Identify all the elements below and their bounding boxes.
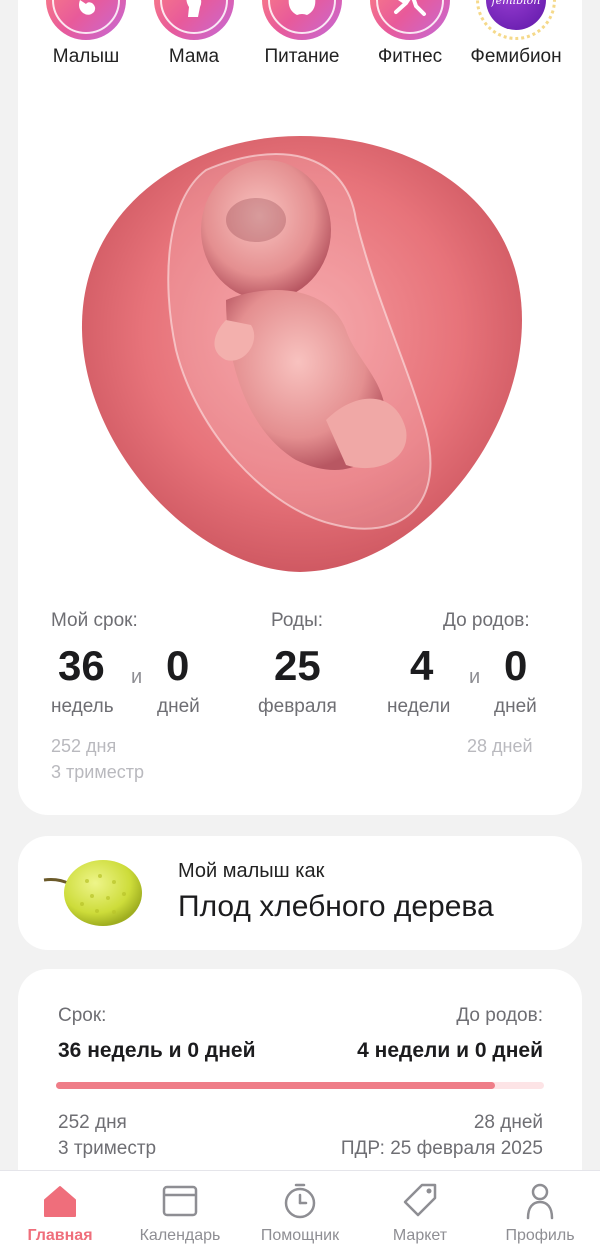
birth-day: 25 — [274, 642, 321, 689]
nav-label: Главная — [27, 1227, 93, 1244]
term-value: 36 недель и 0 дней — [58, 1039, 256, 1062]
breadfruit-icon — [43, 860, 142, 926]
nav-label: Маркет — [392, 1227, 448, 1244]
until-label: До родов: — [443, 610, 530, 631]
trimester: 3 триместр — [51, 762, 144, 782]
category-fitness[interactable]: Фитнес — [360, 0, 460, 68]
until-and: и — [469, 666, 481, 688]
fruit-caption: Мой малыш как — [178, 860, 325, 882]
femibion-logo-text: femibion — [486, 0, 546, 30]
term-days: 252 дня — [58, 1112, 127, 1133]
pregnancy-progress-fill — [56, 1082, 496, 1089]
term-total-days: 252 дня — [51, 736, 117, 756]
until-label: До родов: — [456, 1005, 543, 1026]
trimester: 3 триместр — [58, 1138, 157, 1159]
term-weeks-unit: недель — [51, 696, 114, 717]
term-label: Мой срок: — [51, 610, 138, 631]
nav-label: Календарь — [139, 1227, 221, 1244]
fruit-name: Плод хлебного дерева — [178, 890, 494, 923]
nav-home[interactable]: Главная — [0, 1181, 120, 1245]
category-femibion[interactable]: femibion Фемибион — [466, 0, 566, 68]
nav-profile[interactable]: Профиль — [480, 1181, 600, 1245]
category-label: Питание — [264, 46, 340, 67]
pregnant-icon — [154, 0, 234, 40]
category-baby[interactable]: Малыш — [36, 0, 136, 68]
home-icon — [44, 1186, 76, 1217]
nav-market[interactable]: Маркет — [360, 1181, 480, 1245]
nav-calendar[interactable]: Календарь — [120, 1181, 240, 1245]
nav-label: Профиль — [505, 1227, 575, 1244]
timer-icon — [284, 1183, 316, 1219]
category-label: Фемибион — [470, 46, 562, 67]
birth-month: февраля — [258, 696, 337, 717]
pregnancy-card: Малыш Мама Питание Фитнес femibion Фемиб… — [18, 0, 582, 815]
until-days: 0 — [504, 642, 528, 689]
profile-icon — [526, 1183, 554, 1220]
fruit-size-card[interactable]: Мой малыш как Плод хлебного дерева — [18, 836, 582, 950]
until-total-days: 28 дней — [467, 736, 533, 756]
term-label: Срок: — [58, 1005, 107, 1026]
nav-assistant[interactable]: Помощник — [240, 1181, 360, 1245]
category-mom[interactable]: Мама — [144, 0, 244, 68]
term-days-unit: дней — [157, 696, 200, 717]
until-weeks-unit: недели — [387, 696, 451, 717]
calendar-icon — [162, 1185, 198, 1217]
femibion-logo: femibion — [476, 0, 556, 40]
tag-icon — [403, 1183, 437, 1217]
category-nutrition[interactable]: Питание — [252, 0, 352, 68]
apple-icon — [262, 0, 342, 40]
term-days: 0 — [166, 642, 190, 689]
pregnancy-progress-bar — [56, 1082, 544, 1089]
until-days-unit: дней — [494, 696, 537, 717]
category-label: Малыш — [52, 46, 120, 67]
fitness-icon — [370, 0, 450, 40]
fetus-image — [81, 136, 523, 572]
term-and: и — [131, 666, 143, 688]
birth-label: Роды: — [271, 610, 324, 631]
term-weeks: 36 — [58, 642, 105, 689]
baby-icon — [46, 0, 126, 40]
category-label: Фитнес — [377, 46, 443, 67]
nav-label: Помощник — [260, 1227, 340, 1244]
due-date: ПДР: 25 февраля 2025 — [340, 1138, 543, 1159]
until-days: 28 дней — [473, 1112, 543, 1133]
bottom-navigation: Главная Календарь Помощник Маркет Профил… — [0, 1170, 600, 1259]
until-weeks: 4 — [410, 642, 434, 689]
category-label: Мама — [168, 46, 220, 67]
until-value: 4 недели и 0 дней — [357, 1039, 543, 1062]
